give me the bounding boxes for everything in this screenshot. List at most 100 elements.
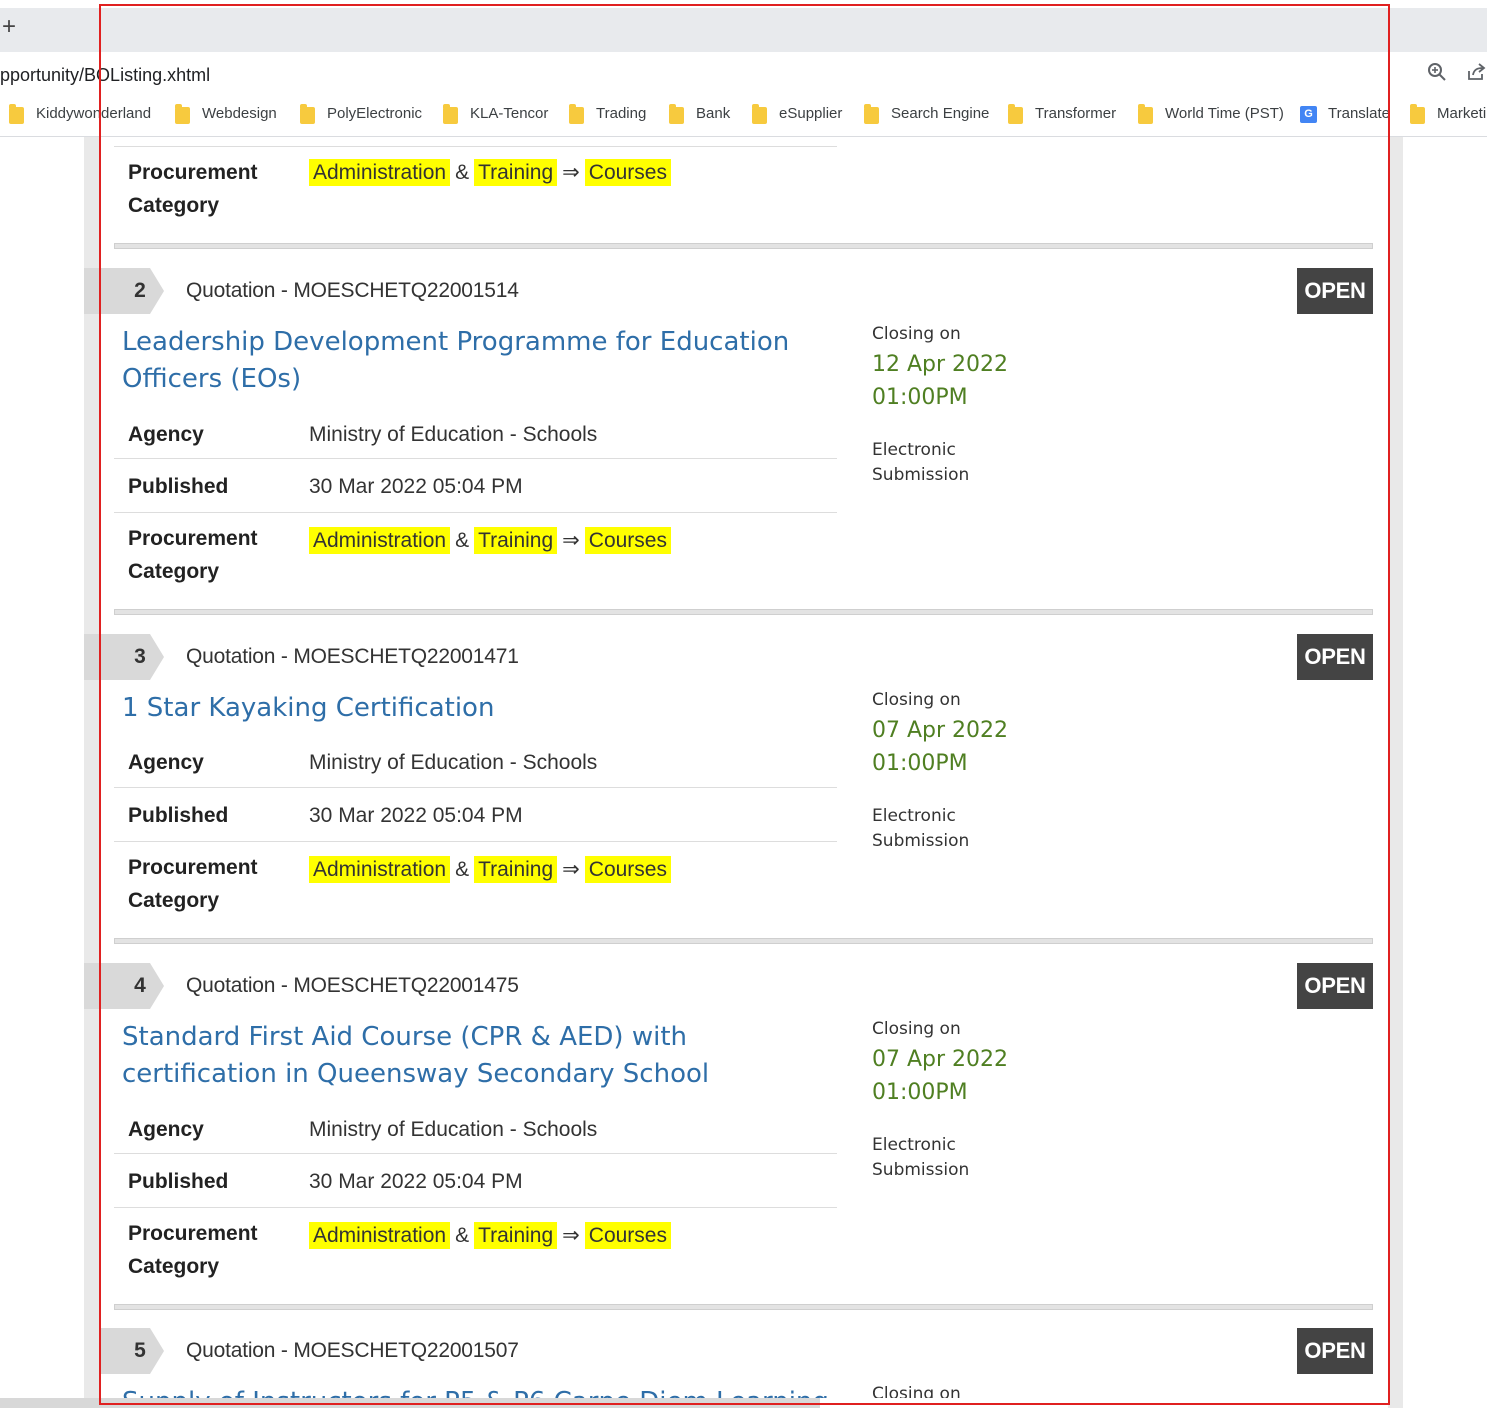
listing-card: 2 Quotation - MOESCHETQ22001514 OPEN Lea… <box>84 268 1388 622</box>
listing-title-link[interactable]: 1 Star Kayaking Certification <box>122 690 822 727</box>
horizontal-scrollbar[interactable] <box>0 1398 820 1408</box>
category-tag[interactable]: Training <box>474 159 558 186</box>
category-value: Administration & Training ⇒ Courses <box>309 156 671 189</box>
category-tag[interactable]: Training <box>474 527 558 554</box>
listing-reference: Quotation - MOESCHETQ22001507 <box>186 1339 519 1362</box>
closing-label: Closing on <box>872 1019 961 1039</box>
listing-title-link[interactable]: Leadership Development Programme for Edu… <box>122 324 822 398</box>
category-label: Procurement Category <box>128 1222 258 1278</box>
agency-row: Agency Ministry of Education - Schools <box>114 744 837 788</box>
new-tab-button[interactable]: + <box>2 13 16 41</box>
submission-method: Electronic Submission <box>872 1135 970 1180</box>
category-tag[interactable]: Courses <box>584 527 671 554</box>
agency-row: Agency Ministry of Education - Schools <box>114 416 837 459</box>
bookmark-item[interactable]: eSupplier <box>779 105 842 127</box>
folder-icon <box>1008 104 1023 124</box>
listing-number: 5 <box>134 1339 146 1362</box>
published-label: Published <box>128 475 229 498</box>
folder-icon <box>752 104 767 124</box>
listing-reference: Quotation - MOESCHETQ22001475 <box>186 974 519 997</box>
left-gutter <box>84 137 99 1408</box>
category-label: Procurement Category <box>128 161 258 217</box>
folder-icon <box>569 104 584 124</box>
agency-label: Agency <box>128 423 204 446</box>
bookmark-item[interactable]: Bank <box>696 105 730 127</box>
zoom-icon[interactable] <box>1426 62 1448 84</box>
bookmarks-bar: Kiddywonderland Webdesign PolyElectronic… <box>0 96 1487 137</box>
listing-card: 4 Quotation - MOESCHETQ22001475 OPEN Sta… <box>84 963 1388 1317</box>
published-row: Published 30 Mar 2022 05:04 PM <box>114 459 837 513</box>
bookmark-item[interactable]: PolyElectronic <box>327 105 422 127</box>
closing-date: 07 Apr 2022 <box>872 1047 1009 1072</box>
folder-icon <box>300 104 315 124</box>
published-row: Published 30 Mar 2022 05:04 PM <box>114 1154 837 1208</box>
agency-label: Agency <box>128 1118 204 1141</box>
published-value: 30 Mar 2022 05:04 PM <box>309 1170 523 1193</box>
bookmark-item[interactable]: Kiddywonderland <box>36 105 151 127</box>
published-row: Published 30 Mar 2022 05:04 PM <box>114 788 837 842</box>
url-text[interactable]: pportunity/BOListing.xhtml <box>0 65 210 86</box>
category-row: Procurement Category Administration & Train… <box>114 842 837 922</box>
category-tag[interactable]: Training <box>474 1222 558 1249</box>
listing-divider <box>114 609 1373 615</box>
category-label: Procurement Category <box>128 527 258 583</box>
category-tag[interactable]: Training <box>474 856 558 883</box>
agency-row: Agency Ministry of Education - Schools <box>114 1111 837 1154</box>
bookmark-item[interactable]: KLA-Tencor <box>470 105 548 127</box>
bookmark-item[interactable]: Translate <box>1328 105 1390 127</box>
category-tag[interactable]: Courses <box>584 159 671 186</box>
closing-label: Closing on <box>872 324 961 344</box>
share-icon[interactable] <box>1465 62 1487 84</box>
published-label: Published <box>128 804 229 827</box>
category-tag[interactable]: Courses <box>584 1222 671 1249</box>
closing-date: 12 Apr 2022 <box>872 352 1009 377</box>
listing-divider <box>114 243 1373 249</box>
folder-icon <box>669 104 684 124</box>
category-row: Procurement Category Administration & Train… <box>114 1208 837 1288</box>
bookmark-item[interactable]: Webdesign <box>202 105 277 127</box>
listing-card: 3 Quotation - MOESCHETQ22001471 OPEN 1 S… <box>84 634 1388 952</box>
folder-icon <box>864 104 879 124</box>
listing-divider <box>114 938 1373 944</box>
listing-number: 3 <box>134 645 146 668</box>
status-badge: OPEN <box>1297 1328 1373 1374</box>
closing-time: 01:00PM <box>872 751 968 776</box>
closing-time: 01:00PM <box>872 385 968 410</box>
closing-label: Closing on <box>872 1384 961 1398</box>
status-badge: OPEN <box>1297 963 1373 1009</box>
published-value: 30 Mar 2022 05:04 PM <box>309 804 523 827</box>
bookmark-item[interactable]: World Time (PST) <box>1165 105 1284 127</box>
closing-label: Closing on <box>872 690 961 710</box>
bookmark-item[interactable]: Trading <box>596 105 646 127</box>
listing-title-link[interactable]: Standard First Aid Course (CPR & AED) wi… <box>122 1019 822 1093</box>
bookmark-item[interactable]: Transformer <box>1035 105 1116 127</box>
folder-icon <box>443 104 458 124</box>
listing-reference: Quotation - MOESCHETQ22001471 <box>186 645 519 668</box>
right-gutter <box>1388 137 1403 1408</box>
closing-date: 07 Apr 2022 <box>872 718 1009 743</box>
agency-value: Ministry of Education - Schools <box>309 423 598 446</box>
category-tag[interactable]: Administration <box>309 1222 451 1249</box>
folder-icon <box>1410 104 1425 124</box>
published-label: Published <box>128 1170 229 1193</box>
listing-title-link[interactable]: Supply of Instructors for P5 & P6 Carpe … <box>122 1384 829 1398</box>
status-badge: OPEN <box>1297 268 1373 314</box>
listing-number: 2 <box>134 279 146 302</box>
category-tag[interactable]: Courses <box>584 856 671 883</box>
listing-reference: Quotation - MOESCHETQ22001514 <box>186 279 519 302</box>
bookmark-item[interactable]: Search Engine <box>891 105 989 127</box>
category-value: Administration & Training ⇒ Courses <box>309 853 671 886</box>
category-value: Administration & Training ⇒ Courses <box>309 1219 671 1252</box>
category-label: Procurement Category <box>128 856 258 912</box>
category-tag[interactable]: Administration <box>309 856 451 883</box>
listing-partial-top: Procurement Category Administration & Train… <box>100 137 1388 257</box>
google-translate-icon: G <box>1300 106 1317 123</box>
submission-method: Electronic Submission <box>872 806 970 851</box>
bookmark-item[interactable]: Marketi <box>1437 105 1486 127</box>
folder-icon <box>175 104 190 124</box>
published-value: 30 Mar 2022 05:04 PM <box>309 475 523 498</box>
status-badge: OPEN <box>1297 634 1373 680</box>
category-tag[interactable]: Administration <box>309 159 451 186</box>
category-tag[interactable]: Administration <box>309 527 451 554</box>
address-bar[interactable]: pportunity/BOListing.xhtml <box>0 52 1487 96</box>
